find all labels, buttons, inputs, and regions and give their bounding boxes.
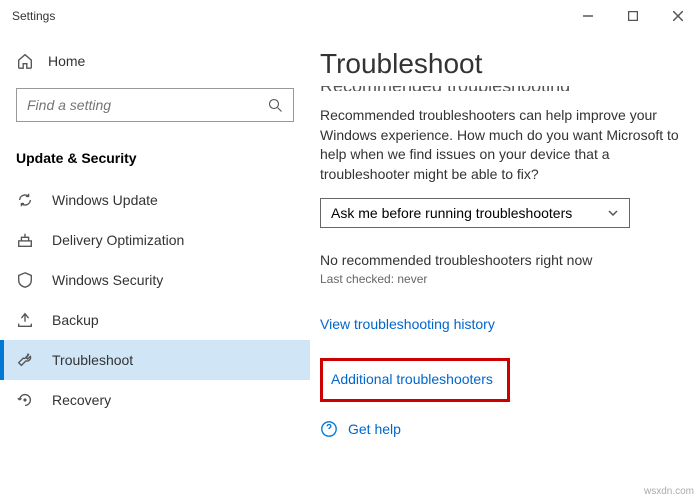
sidebar-item-windows-security[interactable]: Windows Security (0, 260, 310, 300)
sidebar-item-windows-update[interactable]: Windows Update (0, 180, 310, 220)
section-header: Update & Security (0, 142, 310, 180)
search-field[interactable] (27, 97, 245, 113)
dropdown-value: Ask me before running troubleshooters (331, 205, 572, 221)
page-title: Troubleshoot (320, 48, 690, 80)
main-content: Troubleshoot Recommended troubleshooting… (310, 32, 700, 500)
chevron-down-icon (607, 207, 619, 219)
status-text: No recommended troubleshooters right now (320, 252, 690, 268)
sidebar: Home Update & Security Windows Update De… (0, 32, 310, 500)
close-button[interactable] (655, 0, 700, 32)
last-checked-text: Last checked: never (320, 272, 690, 286)
recovery-icon (16, 391, 34, 409)
get-help-row[interactable]: Get help (320, 420, 690, 438)
sidebar-item-label: Backup (52, 312, 99, 328)
window-controls (565, 0, 700, 32)
help-icon (320, 420, 338, 438)
sync-icon (16, 191, 34, 209)
sidebar-item-label: Recovery (52, 392, 111, 408)
get-help-link: Get help (348, 421, 401, 437)
nav-list: Windows Update Delivery Optimization Win… (0, 180, 310, 420)
wrench-icon (16, 351, 34, 369)
minimize-button[interactable] (565, 0, 610, 32)
sidebar-item-delivery-optimization[interactable]: Delivery Optimization (0, 220, 310, 260)
search-input[interactable] (16, 88, 294, 122)
sidebar-item-label: Troubleshoot (52, 352, 133, 368)
window-title: Settings (12, 9, 55, 23)
additional-troubleshooters-link[interactable]: Additional troubleshooters (331, 371, 493, 387)
section-subheader-cutoff: Recommended troubleshooting (320, 86, 690, 92)
sidebar-item-recovery[interactable]: Recovery (0, 380, 310, 420)
home-label: Home (48, 53, 85, 69)
sidebar-item-label: Windows Update (52, 192, 158, 208)
home-icon (16, 52, 34, 70)
search-icon (268, 98, 283, 113)
shield-icon (16, 271, 34, 289)
sidebar-item-troubleshoot[interactable]: Troubleshoot (0, 340, 310, 380)
history-link[interactable]: View troubleshooting history (320, 316, 690, 332)
troubleshooter-dropdown[interactable]: Ask me before running troubleshooters (320, 198, 630, 228)
backup-icon (16, 311, 34, 329)
additional-troubleshooters-highlight: Additional troubleshooters (320, 358, 510, 402)
sidebar-item-label: Windows Security (52, 272, 163, 288)
maximize-button[interactable] (610, 0, 655, 32)
titlebar: Settings (0, 0, 700, 32)
delivery-icon (16, 231, 34, 249)
description-text: Recommended troubleshooters can help imp… (320, 106, 690, 184)
sidebar-item-backup[interactable]: Backup (0, 300, 310, 340)
home-button[interactable]: Home (0, 44, 310, 78)
watermark: wsxdn.com (644, 486, 694, 497)
sidebar-item-label: Delivery Optimization (52, 232, 184, 248)
